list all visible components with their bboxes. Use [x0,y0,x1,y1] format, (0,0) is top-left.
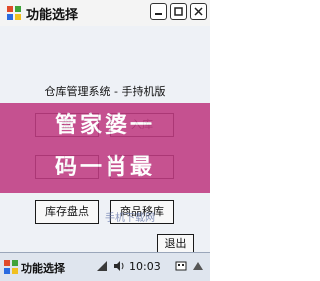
title-bar: 功能选择 [0,0,210,27]
minimize-icon [155,13,162,15]
taskbar-app-label[interactable]: 功能选择 [21,260,65,276]
maximize-icon [174,7,183,16]
promo-overlay: 管家婆一 码一肖最 [0,103,210,193]
input-panel-icon[interactable] [192,260,204,272]
windows-flag-icon [7,6,21,20]
clock: 10:03 [129,260,161,273]
maximize-button[interactable] [170,3,187,20]
window-title: 功能选择 [26,8,79,23]
network-icon[interactable] [96,260,108,272]
overlay-line-1: 管家婆一 [54,113,155,138]
volume-icon[interactable] [113,260,125,272]
minimize-button[interactable] [150,3,167,20]
taskbar: 功能选择 10:03 [0,252,210,281]
start-flag-icon[interactable] [3,259,19,275]
keyboard-icon[interactable] [175,260,187,272]
overlay-line-2: 码一肖最 [54,155,155,180]
close-icon [194,7,203,16]
close-button[interactable] [190,3,207,20]
system-heading: 仓库管理系统 - 手持机版 [44,85,166,98]
exit-button[interactable]: 退出 [157,234,194,254]
stocktake-button[interactable]: 库存盘点 [35,200,99,224]
watermark-text: 手机下载网 [105,213,155,224]
